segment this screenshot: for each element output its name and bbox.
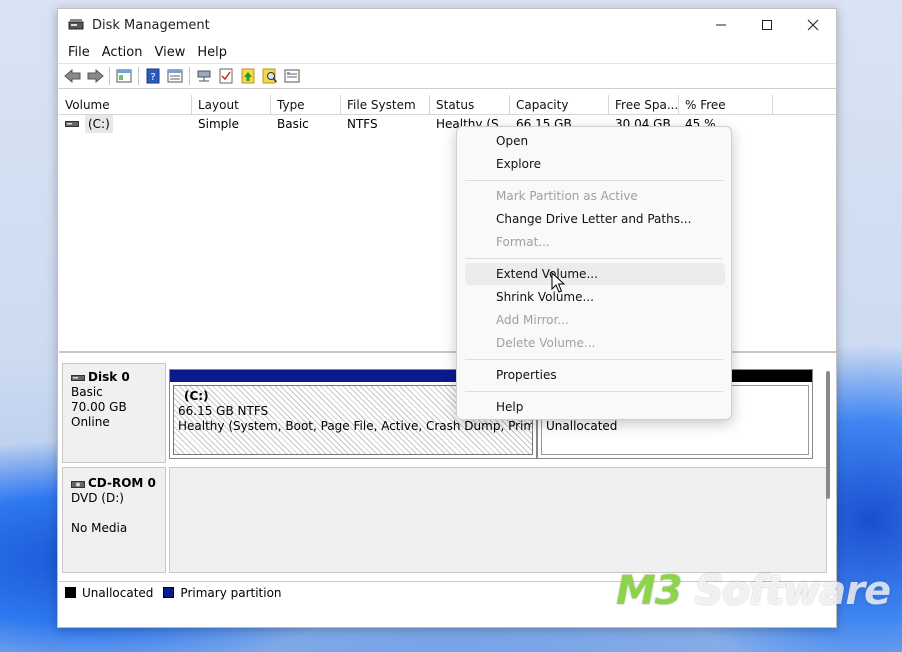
menu-action[interactable]: Action: [96, 45, 149, 60]
up-icon[interactable]: [237, 65, 259, 87]
menu-item-add-mirror[interactable]: Add Mirror...: [465, 309, 725, 331]
legend-label-primary: Primary partition: [180, 585, 282, 600]
menu-item-help[interactable]: Help: [465, 396, 725, 418]
disk-state: Online: [71, 415, 110, 429]
legend-swatch-unallocated: [65, 587, 76, 598]
cdrom-0-label[interactable]: CD-ROM 0 DVD (D:) No Media: [62, 467, 166, 573]
disk-size: 70.00 GB: [71, 400, 127, 414]
menu-separator: [465, 180, 723, 181]
disk-name: Disk 0: [88, 370, 130, 384]
toolbar-separator: [138, 67, 139, 85]
watermark-suffix: Software: [681, 568, 892, 614]
window-title: Disk Management: [92, 17, 210, 33]
search-icon[interactable]: [259, 65, 281, 87]
volume-list-header: Volume Layout Type File System Status Ca…: [59, 95, 836, 115]
cdrom-0-row: CD-ROM 0 DVD (D:) No Media: [59, 467, 827, 573]
cell-type: Basic: [277, 117, 309, 131]
settings-icon[interactable]: [281, 65, 303, 87]
menu-item-mark-active[interactable]: Mark Partition as Active: [465, 185, 725, 207]
vertical-scrollbar[interactable]: [826, 371, 830, 499]
cdrom-icon: [71, 480, 85, 488]
menu-view[interactable]: View: [148, 45, 191, 60]
menu-help[interactable]: Help: [191, 45, 233, 60]
cdrom-state: No Media: [71, 521, 128, 535]
menu-item-shrink-volume[interactable]: Shrink Volume...: [465, 286, 725, 308]
minimize-button[interactable]: [698, 9, 744, 41]
menu-item-change-drive-letter[interactable]: Change Drive Letter and Paths...: [465, 208, 725, 230]
title-bar[interactable]: Disk Management: [58, 9, 836, 41]
column-header-capacity[interactable]: Capacity: [510, 95, 609, 114]
column-header-file-system[interactable]: File System: [341, 95, 430, 114]
menu-bar: File Action View Help: [58, 41, 836, 63]
svg-text:?: ?: [150, 72, 155, 83]
legend-label-unallocated: Unallocated: [82, 585, 154, 600]
menu-item-delete-volume[interactable]: Delete Volume...: [465, 332, 725, 354]
mouse-cursor-icon: [551, 272, 565, 293]
menu-item-explore[interactable]: Explore: [465, 153, 725, 175]
menu-separator: [465, 359, 723, 360]
cdrom-media-area: [169, 467, 827, 573]
cdrom-spacer: [71, 506, 157, 521]
menu-item-format[interactable]: Format...: [465, 231, 725, 253]
back-icon[interactable]: [62, 65, 84, 87]
unallocated-label: Unallocated: [546, 419, 618, 433]
toolbar: ?: [58, 63, 836, 89]
column-header-volume[interactable]: Volume: [59, 95, 192, 114]
forward-icon[interactable]: [84, 65, 106, 87]
brand-watermark: M3 Software: [616, 568, 892, 614]
cell-file-system: NTFS: [347, 117, 378, 131]
disk-type: Basic: [71, 385, 103, 399]
menu-file[interactable]: File: [62, 45, 96, 60]
console-tree-icon[interactable]: [113, 65, 135, 87]
column-header-status[interactable]: Status: [430, 95, 510, 114]
properties-icon[interactable]: [164, 65, 186, 87]
toolbar-separator: [189, 67, 190, 85]
volume-name: (C:): [85, 115, 113, 133]
disk-icon: [71, 374, 85, 381]
toolbar-separator: [109, 67, 110, 85]
maximize-button[interactable]: [744, 9, 790, 41]
drive-icon: [65, 121, 79, 127]
disk-management-icon: [68, 18, 84, 32]
menu-item-open[interactable]: Open: [465, 130, 725, 152]
legend-swatch-primary: [163, 587, 175, 598]
menu-separator: [465, 391, 723, 392]
close-button[interactable]: [790, 9, 836, 41]
menu-item-properties[interactable]: Properties: [465, 364, 725, 386]
menu-separator: [465, 258, 723, 259]
partition-c-status: Healthy (System, Boot, Page File, Active…: [178, 419, 533, 433]
column-header-percent-free[interactable]: % Free: [679, 95, 773, 114]
column-header-free-space[interactable]: Free Spa...: [609, 95, 679, 114]
column-header-type[interactable]: Type: [271, 95, 341, 114]
disk-0-label[interactable]: Disk 0 Basic 70.00 GB Online: [62, 363, 166, 463]
cell-volume: (C:): [59, 115, 192, 133]
check-icon[interactable]: [215, 65, 237, 87]
context-menu: Open Explore Mark Partition as Active Ch…: [456, 126, 732, 420]
column-header-layout[interactable]: Layout: [192, 95, 271, 114]
help-icon[interactable]: ?: [142, 65, 164, 87]
connect-icon[interactable]: [193, 65, 215, 87]
watermark-prefix: M3: [616, 568, 683, 614]
menu-item-extend-volume[interactable]: Extend Volume...: [465, 263, 725, 285]
cdrom-type: DVD (D:): [71, 491, 124, 505]
cell-layout: Simple: [198, 117, 239, 131]
cdrom-name: CD-ROM 0: [88, 476, 156, 490]
